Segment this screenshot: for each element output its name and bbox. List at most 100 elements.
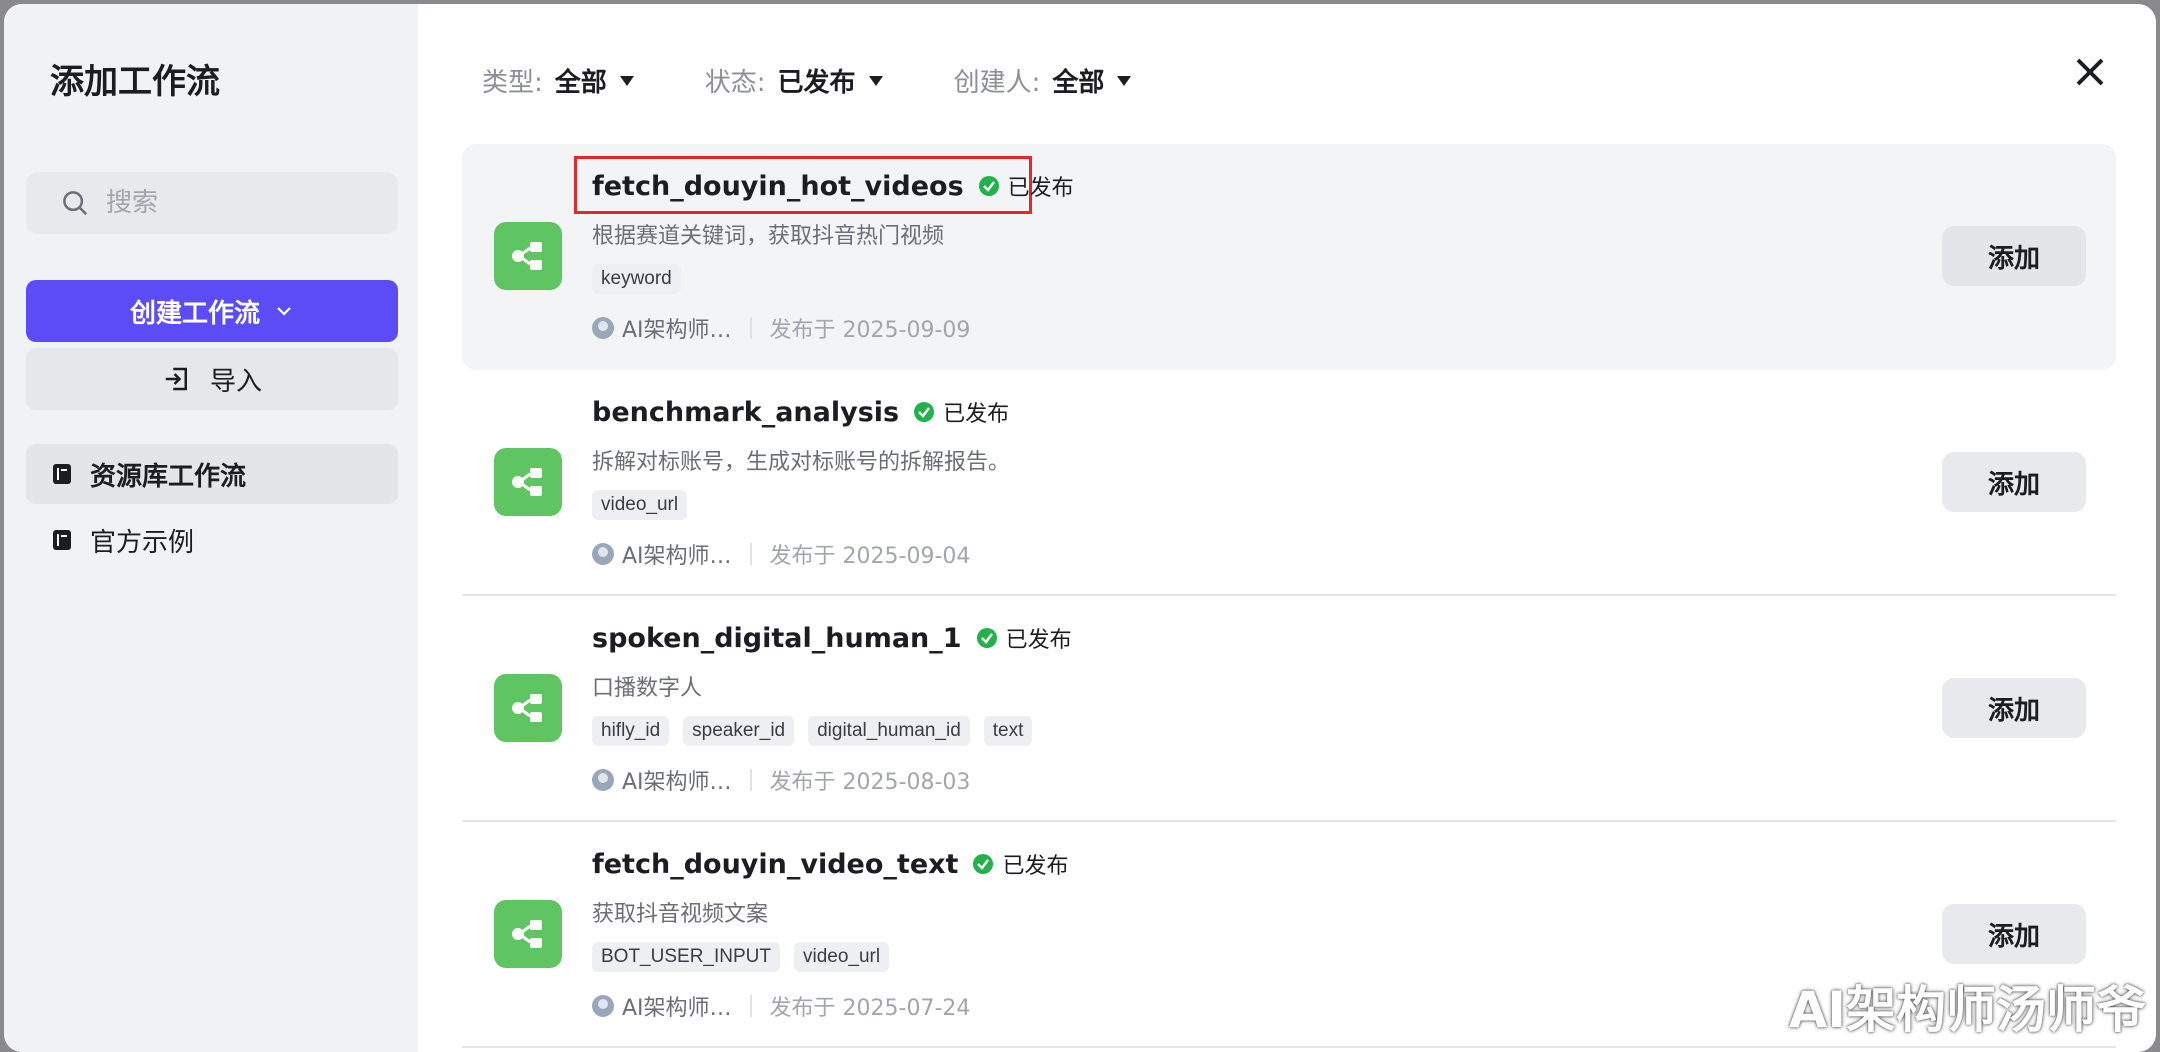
workflow-description: 拆解对标账号，生成对标账号的拆解报告。 — [592, 450, 1011, 475]
filter-label: 创建人: — [953, 68, 1041, 98]
workflow-description: 根据赛道关键词，获取抖音热门视频 — [592, 224, 945, 249]
avatar — [592, 317, 614, 339]
add-button[interactable]: 添加 — [1942, 226, 2086, 286]
tag-list: BOT_USER_INPUT video_url — [592, 942, 903, 972]
title-row: fetch_douyin_video_text 已发布 — [592, 848, 1068, 880]
caret-down-icon — [868, 75, 883, 86]
workflow-title: fetch_douyin_video_text — [592, 848, 959, 880]
publish-date: 发布于 2025-08-03 — [769, 770, 971, 795]
workflow-list: fetch_douyin_hot_videos 已发布 根据赛道关键词，获取抖音… — [462, 144, 2116, 1048]
nav-item-library-workflows[interactable]: 资源库工作流 — [26, 444, 398, 504]
tag: hifly_id — [592, 716, 670, 746]
workflow-description: 口播数字人 — [592, 676, 703, 701]
divider — [749, 769, 752, 791]
title-row: fetch_douyin_hot_videos 已发布 — [592, 170, 1074, 202]
check-circle-icon — [976, 628, 997, 648]
add-button[interactable]: 添加 — [1942, 904, 2086, 964]
status-badge: 已发布 — [913, 396, 1009, 428]
tag: text — [983, 716, 1033, 746]
add-button[interactable]: 添加 — [1942, 678, 2086, 738]
check-circle-icon — [978, 176, 999, 196]
publish-date: 发布于 2025-09-09 — [769, 318, 971, 343]
check-circle-icon — [973, 854, 994, 874]
search-box[interactable] — [26, 172, 398, 234]
filter-label: 类型: — [482, 68, 543, 98]
import-icon — [165, 367, 187, 391]
import-label: 导入 — [209, 366, 262, 397]
status-badge: 已发布 — [978, 170, 1074, 202]
workflow-meta: AI架构师… 发布于 2025-09-04 — [592, 538, 970, 570]
tag: digital_human_id — [808, 716, 970, 746]
publish-date: 发布于 2025-07-24 — [769, 996, 971, 1021]
nav-item-label: 资源库工作流 — [90, 461, 247, 492]
author-name: AI架构师… — [622, 544, 732, 569]
tag: video_url — [793, 942, 890, 972]
tag: keyword — [592, 264, 681, 294]
status-badge: 已发布 — [976, 622, 1072, 654]
close-icon[interactable] — [2072, 54, 2108, 90]
title-row: benchmark_analysis 已发布 — [592, 396, 1009, 428]
avatar — [592, 995, 614, 1017]
nav-item-official-examples[interactable]: 官方示例 — [26, 510, 398, 570]
workflow-icon — [494, 674, 562, 742]
status-text: 已发布 — [1005, 628, 1072, 653]
sidebar: 添加工作流 创建工作流 导入 — [4, 4, 418, 1052]
search-input[interactable] — [106, 188, 386, 218]
nav-item-label: 官方示例 — [90, 527, 195, 558]
filter-type[interactable]: 类型: 全部 — [482, 62, 635, 99]
book-icon — [53, 464, 71, 484]
filter-value: 全部 — [554, 68, 607, 98]
tag: speaker_id — [683, 716, 795, 746]
create-workflow-button[interactable]: 创建工作流 — [26, 280, 398, 342]
tag-list: video_url — [592, 490, 701, 520]
divider — [749, 317, 752, 339]
filter-value: 已发布 — [777, 68, 856, 98]
add-button[interactable]: 添加 — [1942, 452, 2086, 512]
workflow-icon — [494, 448, 562, 516]
status-text: 已发布 — [943, 402, 1010, 427]
chevron-down-icon — [277, 307, 291, 316]
tag: BOT_USER_INPUT — [592, 942, 780, 972]
workflow-title: fetch_douyin_hot_videos — [592, 170, 964, 202]
filter-value: 全部 — [1052, 68, 1105, 98]
import-button[interactable]: 导入 — [26, 348, 398, 410]
filter-bar: 类型: 全部 状态: 已发布 创建人: 全部 — [482, 62, 1202, 99]
filter-creator[interactable]: 创建人: 全部 — [954, 62, 1133, 99]
dialog-title: 添加工作流 — [50, 62, 220, 102]
publish-date: 发布于 2025-09-04 — [769, 544, 971, 569]
author-name: AI架构师… — [622, 770, 732, 795]
tag-list: hifly_id speaker_id digital_human_id tex… — [592, 716, 1046, 746]
create-workflow-label: 创建工作流 — [129, 298, 260, 329]
avatar — [592, 769, 614, 791]
workflow-card[interactable]: benchmark_analysis 已发布 拆解对标账号，生成对标账号的拆解报… — [462, 370, 2116, 596]
workflow-card[interactable]: fetch_douyin_hot_videos 已发布 根据赛道关键词，获取抖音… — [462, 144, 2116, 370]
workflow-meta: AI架构师… 发布于 2025-07-24 — [592, 990, 970, 1022]
book-icon — [53, 530, 71, 550]
avatar — [592, 543, 614, 565]
workflow-title: spoken_digital_human_1 — [592, 622, 962, 654]
title-row: spoken_digital_human_1 已发布 — [592, 622, 1072, 654]
search-icon — [63, 191, 88, 216]
workflow-description: 获取抖音视频文案 — [592, 902, 769, 927]
status-text: 已发布 — [1002, 854, 1069, 879]
divider — [749, 543, 752, 565]
workflow-card[interactable]: spoken_digital_human_1 已发布 口播数字人 hifly_i… — [462, 596, 2116, 822]
divider — [749, 995, 752, 1017]
tag-list: keyword — [592, 264, 695, 294]
status-badge: 已发布 — [972, 848, 1068, 880]
workflow-meta: AI架构师… 发布于 2025-09-09 — [592, 312, 970, 344]
caret-down-icon — [1117, 75, 1132, 86]
filter-label: 状态: — [704, 68, 766, 98]
workflow-title: benchmark_analysis — [592, 396, 900, 428]
workflow-meta: AI架构师… 发布于 2025-08-03 — [592, 764, 970, 796]
check-circle-icon — [914, 402, 935, 422]
status-text: 已发布 — [1007, 176, 1074, 201]
tag: video_url — [592, 490, 688, 520]
author-name: AI架构师… — [622, 318, 732, 343]
filter-status[interactable]: 状态: 已发布 — [705, 62, 884, 99]
watermark: AI架构师汤师爷 — [1788, 981, 2146, 1039]
author-name: AI架构师… — [622, 996, 732, 1021]
workflow-icon — [494, 222, 562, 290]
workflow-icon — [494, 900, 562, 968]
caret-down-icon — [619, 75, 634, 86]
